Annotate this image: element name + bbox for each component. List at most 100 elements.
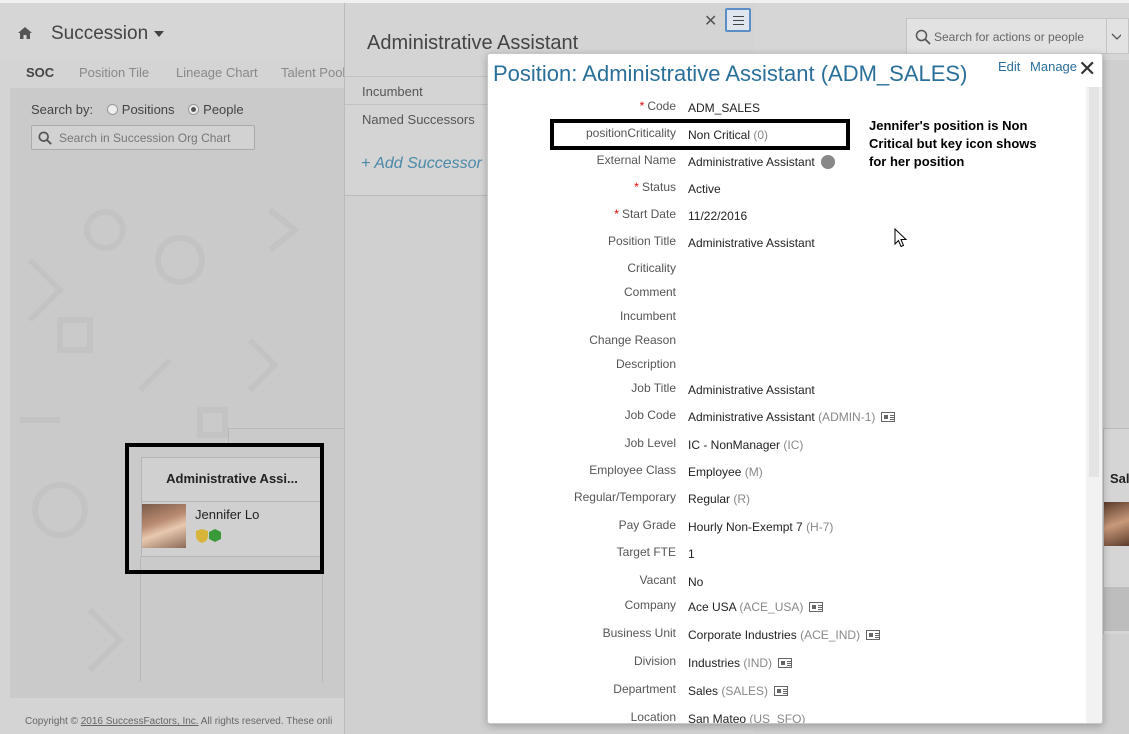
tab-soc[interactable]: SOC (26, 65, 54, 80)
field-value-text: No (688, 575, 704, 589)
field-label: Job Level (625, 436, 676, 450)
org-chart-search-input[interactable]: Search in Succession Org Chart (31, 125, 255, 150)
field-label-text: Division (633, 654, 676, 668)
sub-navigation: SOC Position Tile Lineage Chart Talent P… (0, 60, 345, 86)
field-value: Hourly Non-Exempt 7 (H-7) (688, 520, 833, 534)
home-icon[interactable] (18, 27, 32, 39)
field-value-text: Sales (688, 684, 719, 698)
field-value-text: Hourly Non-Exempt 7 (688, 520, 803, 534)
side-panel-title: Administrative Assistant (367, 32, 579, 54)
globe-icon[interactable] (820, 155, 835, 169)
details-card-icon[interactable] (881, 412, 896, 422)
required-marker: * (634, 180, 639, 194)
footer: Copyright © 2016 SuccessFactors, Inc. Al… (25, 716, 345, 727)
scrollbar-thumb[interactable] (1089, 87, 1099, 477)
close-icon[interactable]: ✕ (704, 11, 717, 31)
field-value-text: Regular (688, 492, 731, 506)
field-value-code: (IC) (783, 438, 804, 452)
connector-line (228, 428, 345, 429)
field-label-text: Employee Class (589, 463, 676, 477)
field-label-text: Start Date (621, 207, 676, 221)
field-value-text: ADM_SALES (688, 101, 761, 115)
field-value: Regular (R) (688, 492, 750, 506)
field-value-text: Ace USA (688, 600, 737, 614)
highlight-box-criticality (550, 119, 850, 150)
position-card-partial[interactable]: Sal (1103, 428, 1129, 634)
search-scope-dropdown[interactable] (1106, 19, 1128, 53)
field-row: Job Code Administrative Assistant (ADMIN-… (488, 408, 1086, 434)
avatar (1104, 502, 1129, 546)
field-label: Change Reason (589, 333, 676, 347)
field-value: Administrative Assistant (688, 155, 835, 169)
field-label: * Code (640, 99, 676, 113)
chevron-down-icon (154, 30, 165, 37)
manage-link[interactable]: Manage (1030, 59, 1077, 74)
details-card-icon[interactable] (809, 602, 824, 612)
field-row: * Start Date 11/22/2016 (488, 207, 1086, 233)
field-label: * Status (634, 180, 676, 194)
field-value: Employee (M) (688, 465, 763, 479)
details-card-icon[interactable] (778, 658, 793, 668)
field-label: Regular/Temporary (574, 490, 676, 504)
field-label-text: Department (613, 682, 676, 696)
field-label-text: Change Reason (589, 333, 676, 347)
field-label-text: Status (641, 180, 676, 194)
radio-positions[interactable]: Positions (106, 102, 175, 117)
connector-line (228, 428, 229, 443)
close-icon[interactable]: ✕ (1078, 56, 1096, 82)
app-title: Succession (51, 23, 149, 44)
field-row: Regular/Temporary Regular (R) (488, 490, 1086, 516)
field-row: Change Reason (488, 333, 1086, 359)
field-label-text: Location (630, 710, 676, 724)
radio-button-selected[interactable] (188, 104, 200, 115)
field-label-text: Comment (623, 285, 676, 299)
field-label-text: Incumbent (619, 309, 676, 323)
field-value-text: Industries (688, 656, 741, 670)
field-row: Employee Class Employee (M) (488, 463, 1086, 489)
field-row: Description (488, 357, 1086, 383)
field-label: Incumbent (620, 309, 676, 323)
field-label-text: External Name (596, 153, 676, 167)
field-row: * Status Active (488, 180, 1086, 206)
field-label-text: Job Title (631, 381, 676, 395)
app-switcher[interactable]: Succession (51, 23, 165, 45)
footer-link[interactable]: 2016 SuccessFactors, Inc. (81, 716, 199, 727)
field-value-code: (ACE_IND) (800, 628, 861, 642)
global-search-input[interactable]: Search for actions or people (906, 18, 1129, 54)
field-value-text: IC - NonManager (688, 438, 781, 452)
scrollbar[interactable] (1086, 87, 1102, 723)
tab-talent-pool[interactable]: Talent Pool (281, 65, 345, 80)
details-card-icon[interactable] (866, 630, 881, 640)
tab-lineage-chart[interactable]: Lineage Chart (176, 65, 258, 80)
field-value: Administrative Assistant (ADMIN-1) (688, 410, 896, 424)
tab-position-tile[interactable]: Position Tile (79, 65, 149, 80)
field-label-text: Description (615, 357, 676, 371)
field-label-text: Vacant (639, 573, 676, 587)
field-row: Job Level IC - NonManager (IC) (488, 436, 1086, 462)
field-label-text: Position Title (607, 234, 676, 248)
field-label: Employee Class (589, 463, 676, 477)
field-label: Position Title (608, 234, 676, 248)
field-value-text: Administrative Assistant (688, 155, 815, 169)
details-card-icon[interactable] (774, 686, 789, 696)
menu-icon[interactable] (725, 8, 751, 32)
field-row: Criticality (488, 261, 1086, 287)
field-row: Comment (488, 285, 1086, 311)
radio-people[interactable]: People (188, 102, 244, 117)
field-label: Job Code (625, 408, 676, 422)
field-label-text: Job Code (624, 408, 676, 422)
annotation-note: Jennifer's position is Non Critical but … (869, 118, 1037, 169)
field-value-code: (ACE_USA) (739, 600, 804, 614)
search-by-group: Search by: Positions People (31, 102, 244, 117)
field-row: Business Unit Corporate Industries (ACE_I… (488, 626, 1086, 652)
field-label: Job Title (631, 381, 676, 395)
edit-link[interactable]: Edit (998, 59, 1020, 74)
field-label: Division (634, 654, 676, 668)
row-label: Incumbent (362, 84, 423, 99)
field-label-text: Code (647, 99, 676, 113)
add-successor-button[interactable]: + Add Successor (361, 155, 482, 173)
field-value: Administrative Assistant (688, 383, 815, 397)
radio-button[interactable] (106, 104, 118, 115)
field-value: Industries (IND) (688, 656, 793, 670)
field-label-text: Regular/Temporary (573, 490, 676, 504)
